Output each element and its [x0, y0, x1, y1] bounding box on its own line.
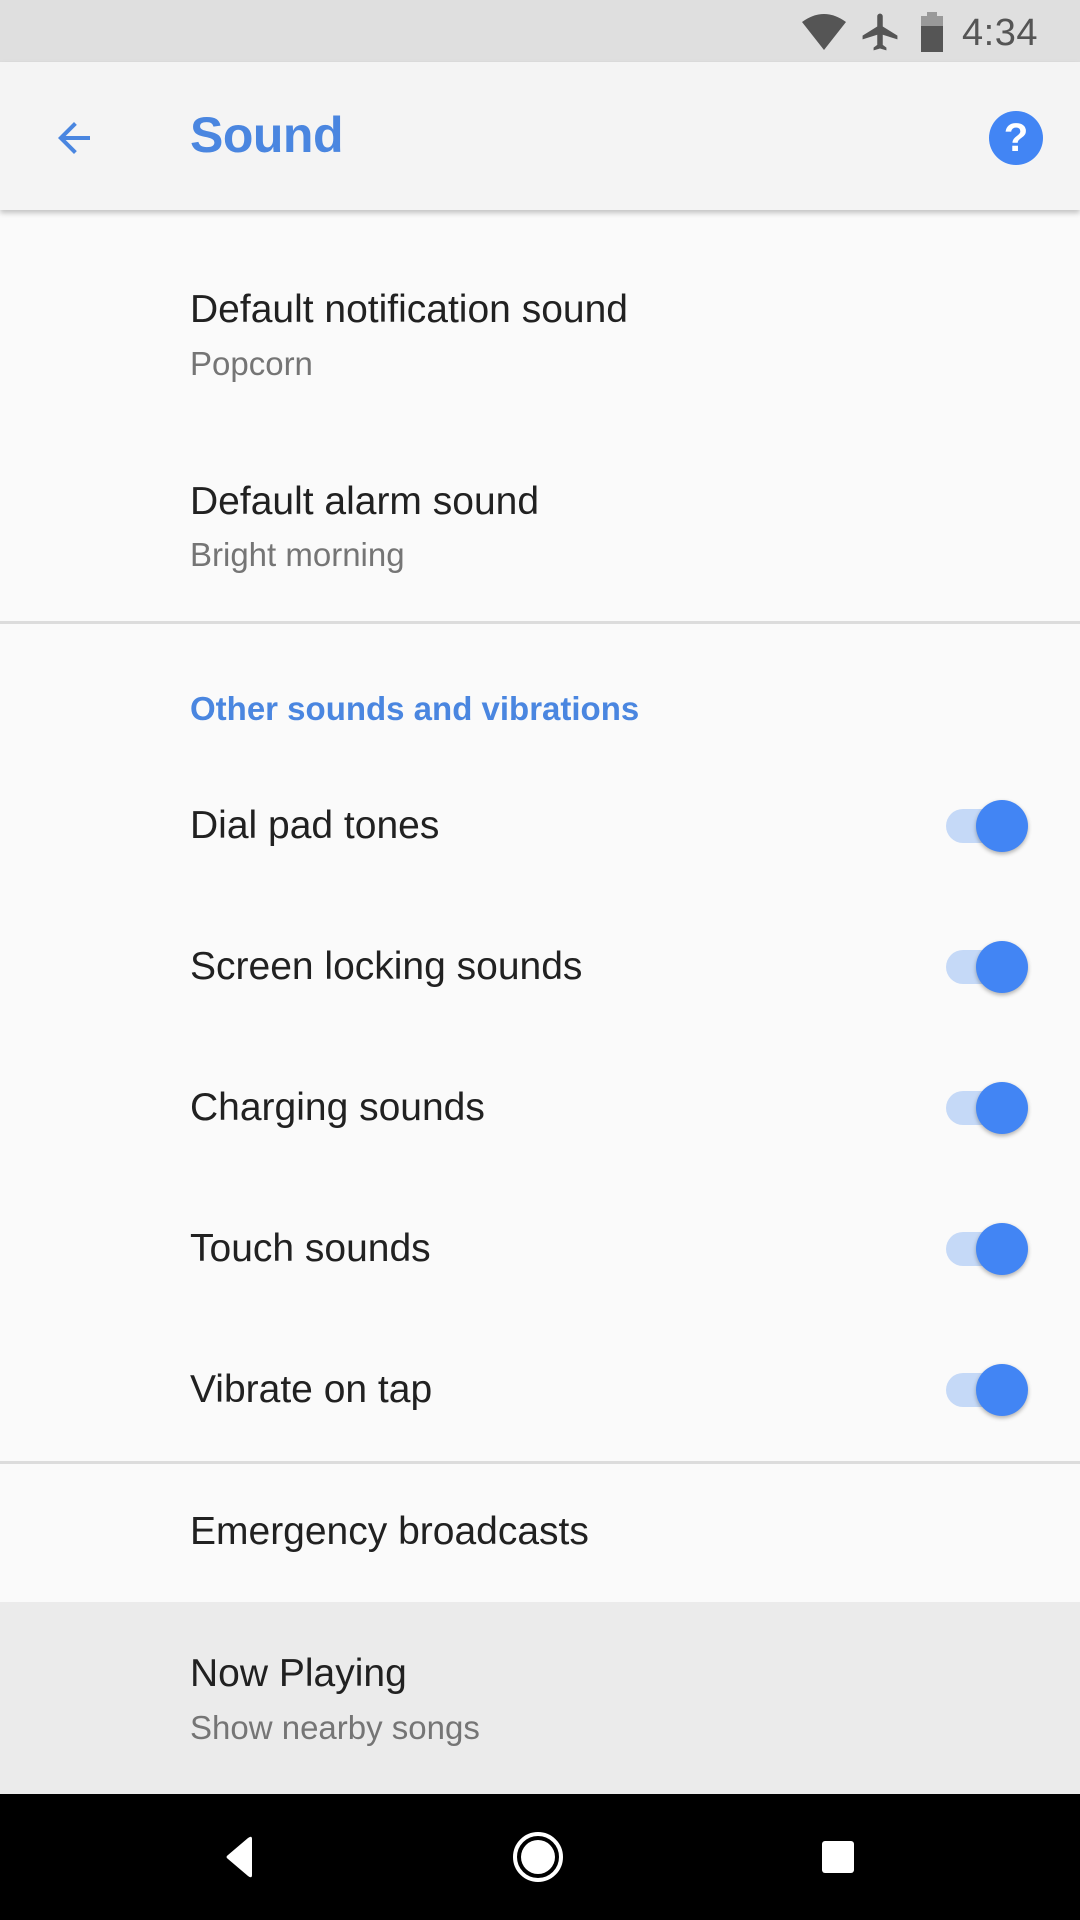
toggle-row-charging-sounds[interactable]: Charging sounds — [0, 1038, 1080, 1179]
pref-title: Now Playing — [190, 1652, 407, 1695]
nav-home-button[interactable] — [498, 1817, 578, 1897]
toggle-row-touch-sounds[interactable]: Touch sounds — [0, 1179, 1080, 1320]
divider — [0, 621, 1080, 624]
toggle-label: Vibrate on tap — [190, 1368, 433, 1411]
status-bar: 4:34 — [0, 0, 1080, 62]
pref-emergency-broadcasts[interactable]: Emergency broadcasts — [0, 1464, 1080, 1602]
battery-icon — [921, 12, 943, 52]
pref-title: Emergency broadcasts — [190, 1510, 589, 1553]
pref-summary: Show nearby songs — [190, 1709, 480, 1746]
toggle-label: Dial pad tones — [190, 804, 440, 847]
nav-back-button[interactable] — [200, 1817, 280, 1897]
app-bar: Sound ? — [0, 62, 1080, 210]
help-circle-icon: ? — [989, 111, 1043, 165]
pref-title: Default alarm sound — [190, 480, 540, 523]
back-icon — [226, 1836, 252, 1878]
toggle-switch[interactable] — [936, 1073, 1036, 1143]
arrow-left-icon — [58, 122, 90, 154]
home-icon — [513, 1832, 563, 1882]
pref-default-notification-sound[interactable]: Default notification sound Popcorn — [0, 210, 1080, 406]
page-title: Sound — [190, 107, 344, 163]
toggle-label: Touch sounds — [190, 1227, 431, 1270]
toggle-switch[interactable] — [936, 1355, 1036, 1425]
airplane-mode-icon — [862, 13, 898, 51]
back-button[interactable] — [36, 100, 112, 176]
toggle-label: Charging sounds — [190, 1086, 485, 1129]
pref-now-playing[interactable]: Now Playing Show nearby songs — [0, 1602, 1080, 1794]
recents-icon — [822, 1841, 854, 1873]
pref-title: Default notification sound — [190, 288, 628, 331]
toggle-label: Screen locking sounds — [190, 945, 583, 988]
nav-recents-button[interactable] — [798, 1817, 878, 1897]
toggle-row-vibrate-on-tap[interactable]: Vibrate on tap — [0, 1320, 1080, 1461]
toggle-row-screen-locking-sounds[interactable]: Screen locking sounds — [0, 897, 1080, 1038]
pref-summary: Popcorn — [190, 345, 313, 382]
pref-summary: Bright morning — [190, 536, 405, 573]
help-button[interactable]: ? — [980, 102, 1052, 174]
navigation-bar — [0, 1794, 1080, 1920]
status-time: 4:34 — [962, 12, 1038, 54]
toggle-switch[interactable] — [936, 791, 1036, 861]
toggle-switch[interactable] — [936, 932, 1036, 1002]
section-header: Other sounds and vibrations — [190, 690, 640, 727]
wifi-icon — [802, 14, 846, 50]
pref-default-alarm-sound[interactable]: Default alarm sound Bright morning — [0, 406, 1080, 622]
toggle-row-dial-pad-tones[interactable]: Dial pad tones — [0, 756, 1080, 897]
toggle-switch[interactable] — [936, 1214, 1036, 1284]
